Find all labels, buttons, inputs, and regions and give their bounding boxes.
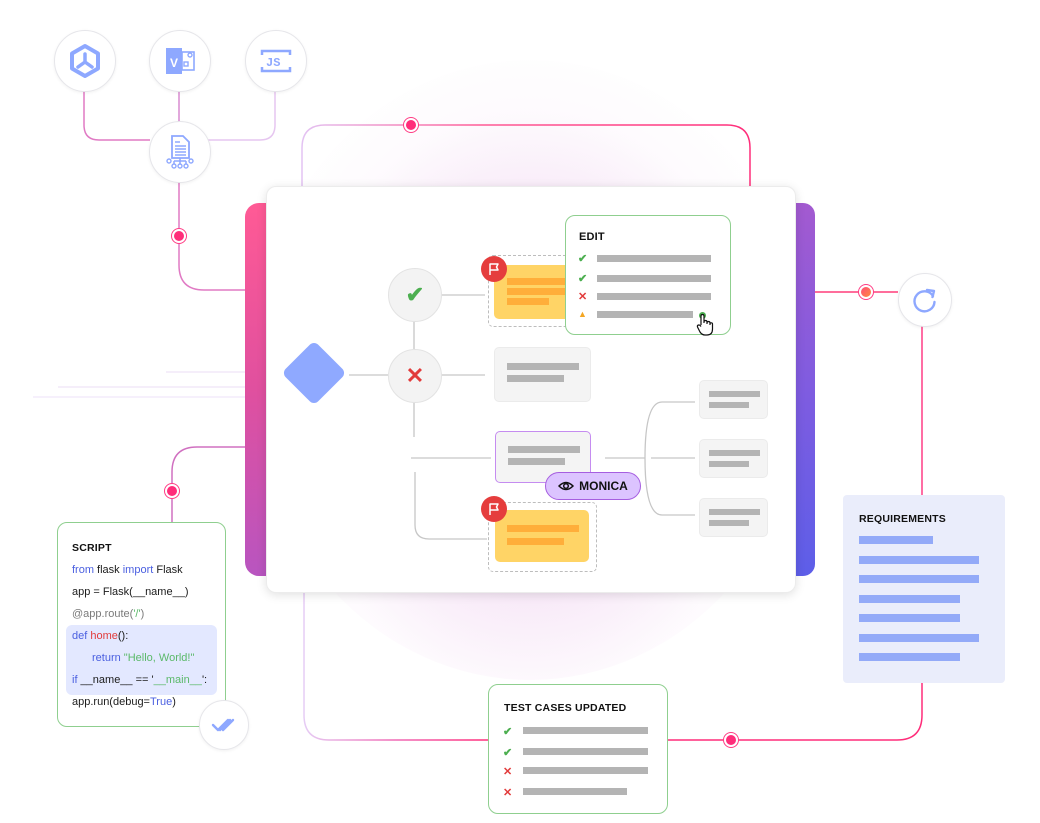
svg-text:V: V bbox=[170, 56, 178, 70]
hexagon-network-icon[interactable] bbox=[54, 30, 116, 92]
branch-step[interactable] bbox=[699, 439, 768, 478]
cross-icon: ✕ bbox=[578, 291, 588, 303]
warning-icon: ▲ bbox=[578, 309, 587, 319]
script-card-title: SCRIPT bbox=[72, 542, 112, 554]
check-icon: ✔ bbox=[578, 273, 588, 285]
connector-dot bbox=[403, 117, 419, 133]
fail-result-step[interactable] bbox=[494, 347, 591, 402]
wire-js-to-hub bbox=[208, 90, 276, 141]
visio-icon[interactable]: V bbox=[149, 30, 211, 92]
code-line: app = Flask(__name__) bbox=[72, 586, 189, 598]
cross-icon: ✕ bbox=[405, 363, 425, 388]
check-icon: ✔ bbox=[503, 747, 513, 759]
wire-top-loop bbox=[301, 124, 751, 186]
flag-icon[interactable] bbox=[481, 256, 507, 282]
hand-cursor-icon bbox=[696, 313, 714, 336]
js-icon[interactable]: JS bbox=[245, 30, 307, 92]
connector-dot bbox=[164, 483, 180, 499]
wire-requirements-to-tests bbox=[668, 683, 923, 741]
test-cases-title: TEST CASES UPDATED bbox=[504, 702, 627, 714]
connector-dot bbox=[171, 228, 187, 244]
code-line: if __name__ == '__main__': bbox=[72, 674, 208, 686]
code-line: from flask import Flask bbox=[72, 564, 183, 576]
test-cases-card[interactable]: TEST CASES UPDATED ✔ ✔ ✕ ✕ bbox=[488, 684, 668, 814]
check-icon: ✔ bbox=[405, 282, 425, 307]
code-line: return "Hello, World!" bbox=[92, 652, 195, 664]
script-card[interactable]: SCRIPT from flask import Flask app = Fla… bbox=[57, 522, 226, 727]
document-network-icon[interactable] bbox=[149, 121, 211, 183]
pass-node[interactable]: ✔ bbox=[388, 268, 442, 322]
edit-card[interactable]: EDIT ✔ ✔ ✕ ▲ bbox=[565, 215, 731, 336]
wire-bottom-loop bbox=[303, 591, 488, 741]
flagged-step[interactable] bbox=[495, 510, 589, 562]
connector-dot bbox=[858, 284, 874, 300]
edit-card-title: EDIT bbox=[579, 231, 605, 243]
code-line: def home(): bbox=[72, 630, 129, 642]
requirements-card[interactable]: REQUIREMENTS bbox=[843, 495, 1005, 683]
code-line: app.run(debug=True) bbox=[72, 696, 176, 708]
check-icon: ✔ bbox=[503, 726, 513, 738]
fail-node[interactable]: ✕ bbox=[388, 349, 442, 403]
branch-step[interactable] bbox=[699, 498, 768, 537]
check-icon: ✔ bbox=[578, 253, 588, 265]
flag-icon[interactable] bbox=[481, 496, 507, 522]
connector-dot bbox=[723, 732, 739, 748]
branch-step[interactable] bbox=[699, 380, 768, 419]
user-presence-pill[interactable]: MONICA bbox=[545, 472, 641, 500]
svg-text:JS: JS bbox=[266, 56, 280, 70]
user-name: MONICA bbox=[579, 479, 628, 493]
cross-icon: ✕ bbox=[503, 787, 513, 799]
requirements-title: REQUIREMENTS bbox=[859, 513, 946, 525]
cross-icon: ✕ bbox=[503, 766, 513, 778]
wire-hex-to-hub bbox=[83, 90, 150, 141]
refresh-icon[interactable] bbox=[898, 273, 952, 327]
double-check-icon[interactable] bbox=[199, 700, 249, 750]
code-line: @app.route('/') bbox=[72, 608, 145, 620]
eye-icon bbox=[558, 481, 575, 491]
